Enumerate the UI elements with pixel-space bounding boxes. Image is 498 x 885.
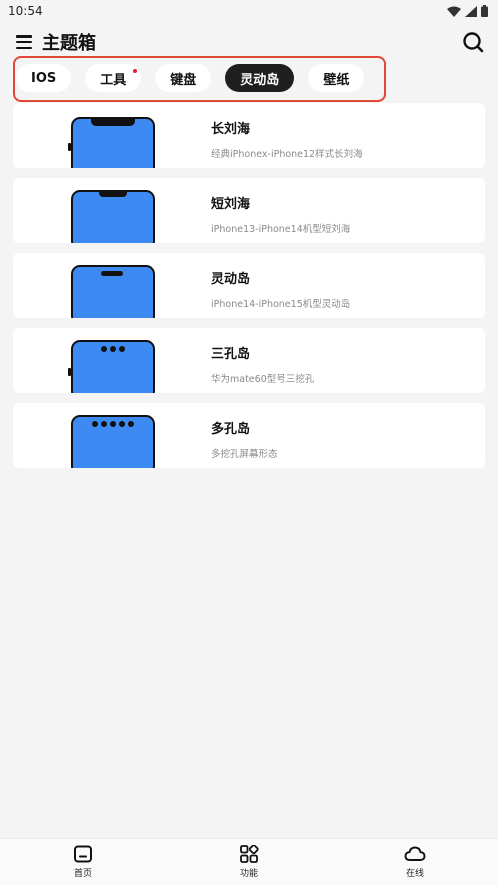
item-title: 灵动岛 (211, 272, 251, 287)
wifi-icon (447, 6, 461, 17)
menu-icon[interactable] (16, 35, 32, 49)
short-notch-shape (99, 190, 127, 197)
cloud-icon (404, 846, 426, 861)
tab-label: 灵动岛 (240, 72, 280, 88)
phone-preview-image (71, 415, 155, 468)
apps-icon (240, 845, 259, 863)
tab-wallpaper[interactable]: 壁纸 (308, 64, 365, 92)
list-item-three-holes[interactable]: 三孔岛 华为mate60型号三挖孔 (13, 328, 485, 393)
status-icons (447, 5, 488, 17)
item-title: 短刘海 (211, 197, 251, 212)
cutout-style-list: 长刘海 经典iPhonex-iPhone12样式长刘海 短刘海 iPhone13… (13, 103, 485, 478)
list-item-short-notch[interactable]: 短刘海 iPhone13-iPhone14机型短刘海 (13, 178, 485, 243)
item-title: 长刘海 (211, 122, 251, 137)
list-item-multi-holes[interactable]: 多孔岛 多挖孔屏幕形态 (13, 403, 485, 468)
long-notch-shape (91, 117, 135, 126)
nav-label: 在线 (405, 869, 424, 879)
tab-dynamic-island[interactable]: 灵动岛 (225, 64, 295, 92)
nav-item-home[interactable]: 首页 (43, 845, 123, 879)
nav-label: 功能 (239, 869, 258, 879)
phone-preview-image (71, 265, 155, 318)
item-subtitle: 华为mate60型号三挖孔 (211, 374, 315, 385)
phone-preview-image (71, 117, 155, 168)
page-title: 主题箱 (42, 33, 96, 54)
item-title: 三孔岛 (211, 347, 251, 362)
tab-label: 壁纸 (323, 72, 350, 88)
item-subtitle: 经典iPhonex-iPhone12样式长刘海 (211, 149, 363, 160)
tab-label: IOS (31, 70, 57, 86)
battery-icon (481, 5, 488, 17)
home-icon (74, 845, 92, 863)
tab-ios[interactable]: IOS (16, 64, 72, 92)
phone-preview-image (71, 340, 155, 393)
status-time: 10:54 (8, 4, 43, 18)
new-dot-badge (133, 69, 138, 73)
five-holes-shape (73, 421, 153, 427)
status-bar: 10:54 (0, 0, 498, 22)
tab-keyboard[interactable]: 键盘 (155, 64, 212, 92)
island-shape (101, 271, 123, 276)
signal-icon (465, 5, 477, 17)
nav-item-functions[interactable]: 功能 (209, 845, 289, 879)
phone-preview-image (71, 190, 155, 243)
bottom-nav: 首页 功能 在线 (0, 838, 498, 885)
tab-label: 工具 (100, 72, 127, 88)
app-bar: 主题箱 (0, 26, 498, 58)
nav-item-online[interactable]: 在线 (375, 845, 455, 879)
nav-label: 首页 (73, 869, 92, 879)
search-icon[interactable] (462, 31, 484, 53)
item-subtitle: 多挖孔屏幕形态 (211, 449, 278, 460)
tab-tools[interactable]: 工具 (85, 64, 142, 92)
list-item-long-notch[interactable]: 长刘海 经典iPhonex-iPhone12样式长刘海 (13, 103, 485, 168)
item-title: 多孔岛 (211, 422, 251, 437)
category-tabs: IOS 工具 键盘 灵动岛 壁纸 (16, 64, 365, 92)
list-item-dynamic-island[interactable]: 灵动岛 iPhone14-iPhone15机型灵动岛 (13, 253, 485, 318)
three-holes-shape (73, 346, 153, 352)
item-subtitle: iPhone14-iPhone15机型灵动岛 (211, 299, 351, 310)
item-subtitle: iPhone13-iPhone14机型短刘海 (211, 224, 351, 235)
tab-label: 键盘 (170, 72, 197, 88)
